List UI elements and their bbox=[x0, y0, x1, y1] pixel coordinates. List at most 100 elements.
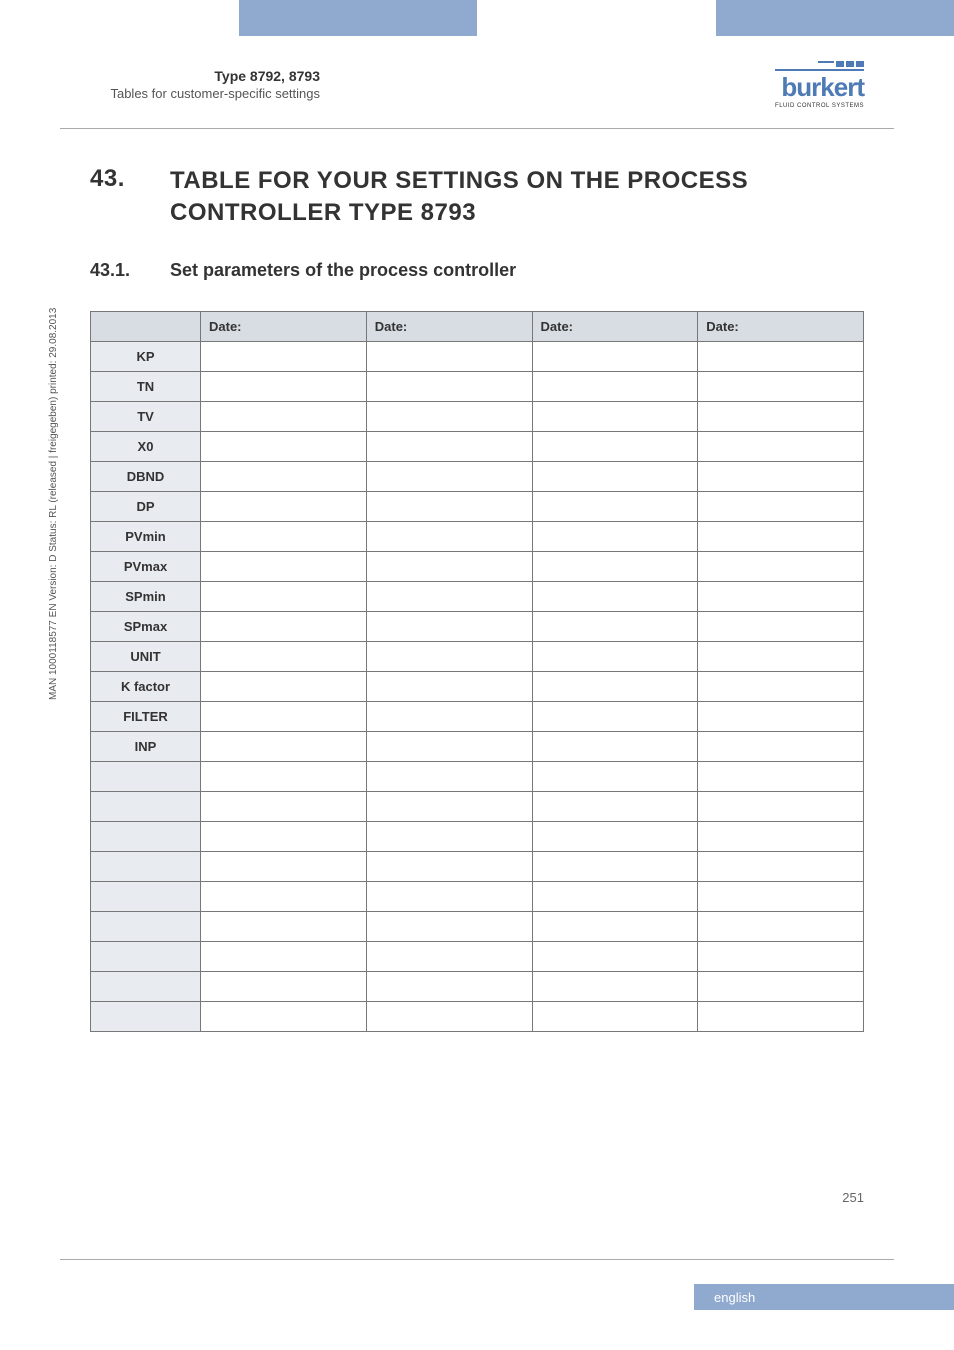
top-bar bbox=[0, 0, 954, 36]
data-cell bbox=[698, 641, 864, 671]
row-label: DBND bbox=[91, 461, 201, 491]
data-cell bbox=[201, 761, 367, 791]
table-row bbox=[91, 761, 864, 791]
data-cell bbox=[532, 401, 698, 431]
data-cell bbox=[201, 851, 367, 881]
table-row: SPmax bbox=[91, 611, 864, 641]
table-row bbox=[91, 881, 864, 911]
footer-divider bbox=[60, 1259, 894, 1260]
data-cell bbox=[698, 851, 864, 881]
header-subtitle: Tables for customer-specific settings bbox=[90, 86, 320, 103]
data-cell bbox=[698, 461, 864, 491]
row-label bbox=[91, 821, 201, 851]
data-cell bbox=[698, 371, 864, 401]
data-cell bbox=[366, 851, 532, 881]
row-label bbox=[91, 911, 201, 941]
footer-language-bar: english bbox=[694, 1284, 954, 1310]
data-cell bbox=[366, 371, 532, 401]
data-cell bbox=[698, 941, 864, 971]
data-cell bbox=[366, 581, 532, 611]
col-header-4: Date: bbox=[698, 311, 864, 341]
heading-2-text: Set parameters of the process controller bbox=[170, 260, 516, 281]
row-label: FILTER bbox=[91, 701, 201, 731]
row-label bbox=[91, 941, 201, 971]
data-cell bbox=[532, 821, 698, 851]
col-header-3: Date: bbox=[532, 311, 698, 341]
logo-bars-icon bbox=[775, 61, 864, 67]
row-label: UNIT bbox=[91, 641, 201, 671]
data-cell bbox=[532, 881, 698, 911]
col-header-0 bbox=[91, 311, 201, 341]
row-label: KP bbox=[91, 341, 201, 371]
data-cell bbox=[201, 911, 367, 941]
data-cell bbox=[698, 761, 864, 791]
data-cell bbox=[201, 731, 367, 761]
data-cell bbox=[698, 911, 864, 941]
data-cell bbox=[698, 1001, 864, 1031]
top-seg-3 bbox=[477, 0, 716, 36]
row-label: K factor bbox=[91, 671, 201, 701]
data-cell bbox=[532, 431, 698, 461]
type-line: Type 8792, 8793 bbox=[90, 68, 320, 84]
data-cell bbox=[532, 521, 698, 551]
data-cell bbox=[532, 731, 698, 761]
data-cell bbox=[366, 641, 532, 671]
data-cell bbox=[366, 551, 532, 581]
data-cell bbox=[201, 821, 367, 851]
heading-2: 43.1. Set parameters of the process cont… bbox=[90, 260, 864, 281]
table-row: DBND bbox=[91, 461, 864, 491]
data-cell bbox=[532, 551, 698, 581]
data-cell bbox=[532, 791, 698, 821]
col-header-1: Date: bbox=[201, 311, 367, 341]
data-cell bbox=[698, 581, 864, 611]
data-cell bbox=[366, 521, 532, 551]
table-row: PVmax bbox=[91, 551, 864, 581]
data-cell bbox=[532, 671, 698, 701]
row-label bbox=[91, 881, 201, 911]
data-cell bbox=[366, 701, 532, 731]
logo-subtext: FLUID CONTROL SYSTEMS bbox=[775, 103, 864, 109]
data-cell bbox=[698, 611, 864, 641]
data-cell bbox=[366, 821, 532, 851]
row-label: INP bbox=[91, 731, 201, 761]
data-cell bbox=[366, 731, 532, 761]
page-header: Type 8792, 8793 Tables for customer-spec… bbox=[90, 50, 864, 120]
data-cell bbox=[201, 521, 367, 551]
data-cell bbox=[201, 791, 367, 821]
data-cell bbox=[366, 941, 532, 971]
side-meta-text: MAN 1000118577 EN Version: D Status: RL … bbox=[48, 308, 59, 700]
data-cell bbox=[201, 881, 367, 911]
data-cell bbox=[532, 1001, 698, 1031]
page-content: 43. TABLE FOR YOUR SETTINGS ON THE PROCE… bbox=[90, 165, 864, 1032]
row-label bbox=[91, 971, 201, 1001]
data-cell bbox=[366, 881, 532, 911]
brand-logo: burkert FLUID CONTROL SYSTEMS bbox=[775, 61, 864, 109]
data-cell bbox=[698, 431, 864, 461]
data-cell bbox=[366, 431, 532, 461]
table-row: K factor bbox=[91, 671, 864, 701]
data-cell bbox=[366, 791, 532, 821]
data-cell bbox=[366, 911, 532, 941]
logo-text: burkert bbox=[775, 69, 864, 103]
data-cell bbox=[201, 461, 367, 491]
data-cell bbox=[366, 1001, 532, 1031]
table-row: FILTER bbox=[91, 701, 864, 731]
row-label: PVmax bbox=[91, 551, 201, 581]
data-cell bbox=[366, 401, 532, 431]
table-row bbox=[91, 911, 864, 941]
data-cell bbox=[201, 941, 367, 971]
data-cell bbox=[532, 761, 698, 791]
footer-language-label: english bbox=[714, 1290, 755, 1305]
row-label bbox=[91, 761, 201, 791]
data-cell bbox=[698, 791, 864, 821]
header-divider bbox=[60, 128, 894, 129]
top-seg-4 bbox=[716, 0, 954, 36]
table-row: X0 bbox=[91, 431, 864, 461]
data-cell bbox=[201, 701, 367, 731]
heading-1-number: 43. bbox=[90, 165, 170, 230]
table-header-row: Date: Date: Date: Date: bbox=[91, 311, 864, 341]
heading-1: 43. TABLE FOR YOUR SETTINGS ON THE PROCE… bbox=[90, 165, 864, 230]
table-row bbox=[91, 851, 864, 881]
top-seg-1 bbox=[0, 0, 239, 36]
row-label: SPmax bbox=[91, 611, 201, 641]
